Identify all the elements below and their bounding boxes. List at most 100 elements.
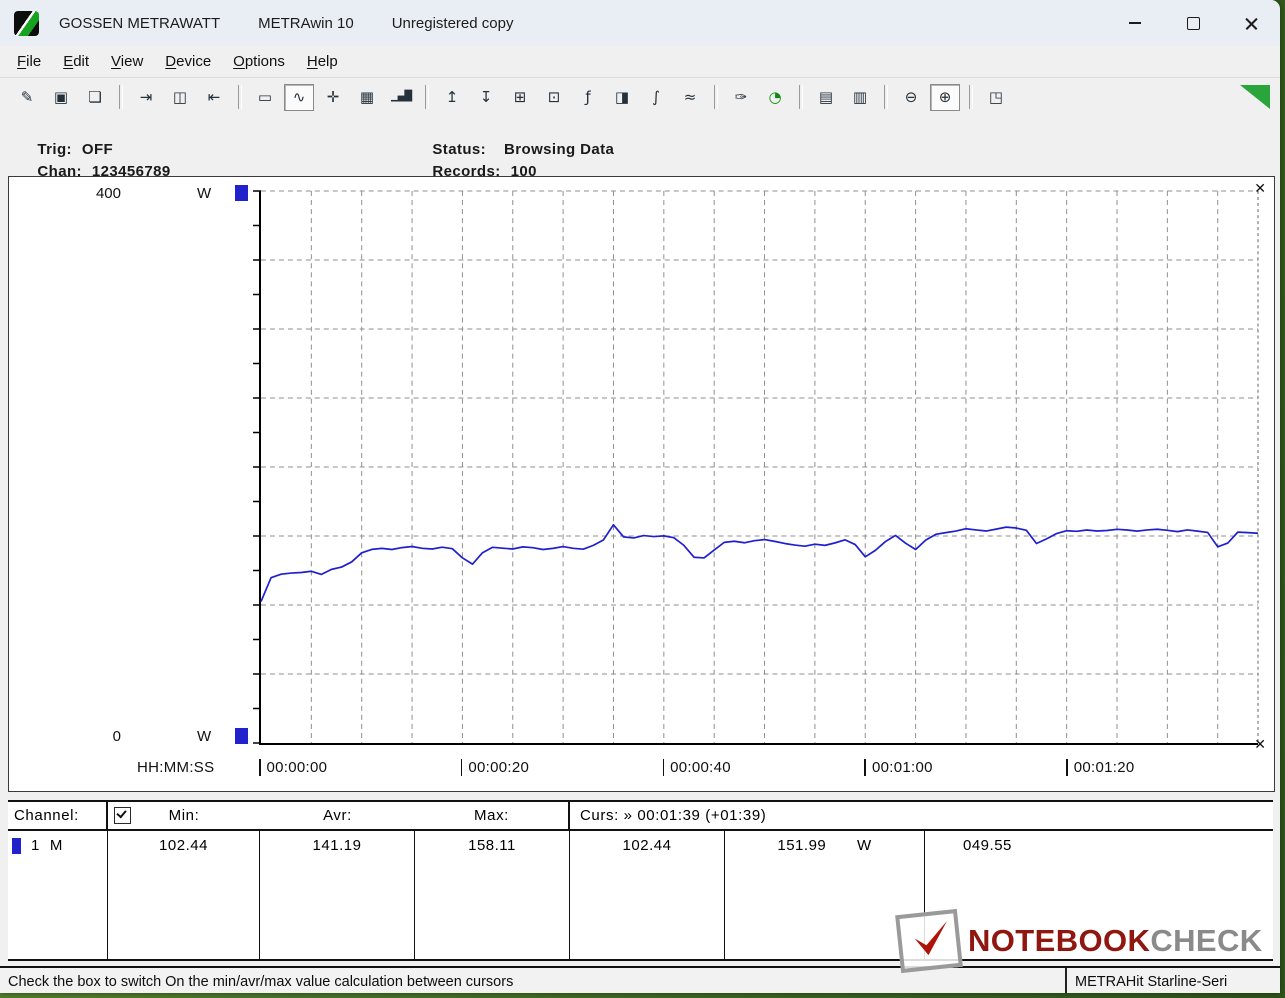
- y-axis-max-label: 400: [81, 185, 121, 202]
- minimize-button[interactable]: [1106, 0, 1164, 46]
- keyboard-entry-icon[interactable]: ▭: [250, 84, 280, 111]
- toolbar-grip-triangle: [1240, 85, 1270, 109]
- export-graph-icon[interactable]: ↥: [437, 84, 467, 111]
- app-logo-icon: [14, 11, 39, 36]
- cursor2-value-cell: 151.99 W: [725, 831, 925, 959]
- toolbar-separator: [799, 85, 803, 109]
- x-tick-bar: [864, 759, 866, 776]
- cursor-marker-top-icon[interactable]: ✕: [1254, 182, 1266, 196]
- x-axis-tick: 00:00:40: [663, 759, 731, 776]
- import-graph-icon[interactable]: ↧: [471, 84, 501, 111]
- monitor-icon[interactable]: ⊡: [539, 84, 569, 111]
- print-icon[interactable]: ▥: [845, 84, 875, 111]
- toolbar-separator: [969, 85, 973, 109]
- close-icon: [1244, 16, 1259, 31]
- menu-item-options[interactable]: Options: [222, 49, 296, 74]
- statusbar-hint: Check the box to switch On the min/avr/m…: [0, 974, 1065, 990]
- open-file-icon[interactable]: ❏: [80, 84, 110, 111]
- toolbar: ✎▣❏ ⇥◫⇤ ▭∿✛▦▁▄█ ↥↧⊞⊡ƒ◨∫≈ ✑◔ ▤▥ ⊖⊕ ◳: [0, 77, 1280, 117]
- x-tick-label: 00:01:00: [872, 759, 933, 776]
- header-min: Min:: [169, 807, 200, 824]
- notebookcheck-logo-icon: [895, 909, 963, 973]
- channel-color-marker-bottom: [235, 728, 248, 744]
- x-tick-bar: [259, 759, 261, 776]
- x-tick-label: 00:00:00: [267, 759, 328, 776]
- header-channel: Channel:: [8, 802, 108, 829]
- minimize-icon: [1129, 22, 1141, 24]
- y-axis-unit-label: W: [197, 185, 211, 202]
- wave-envelope-icon[interactable]: ≈: [675, 84, 705, 111]
- title-license: Unregistered copy: [392, 15, 514, 32]
- menubar: FileEditViewDeviceOptionsHelp: [0, 46, 1280, 77]
- avr-value: 141.19: [260, 831, 415, 959]
- xy-chart-view-icon[interactable]: ✛: [318, 84, 348, 111]
- title-product: METRAwin 10: [258, 15, 354, 32]
- save-data-icon[interactable]: ▣: [46, 84, 76, 111]
- header-cursor-info: Curs: » 00:01:39 (+01:39): [570, 807, 1273, 824]
- toolbar-separator: [238, 85, 242, 109]
- card-snapshot-icon[interactable]: ◫: [165, 84, 195, 111]
- menu-item-view[interactable]: View: [100, 49, 154, 74]
- close-button[interactable]: [1222, 0, 1280, 46]
- channel-color-marker-top: [235, 185, 248, 201]
- numeric-display-icon[interactable]: ◨: [607, 84, 637, 111]
- max-value: 158.11: [415, 831, 570, 959]
- timer-icon[interactable]: ◔: [760, 84, 790, 111]
- card-export-icon[interactable]: ⇥: [131, 84, 161, 111]
- menu-item-device[interactable]: Device: [154, 49, 222, 74]
- titlebar[interactable]: GOSSEN METRAWATT METRAwin 10 Unregistere…: [0, 0, 1280, 46]
- function-icon[interactable]: ƒ: [573, 84, 603, 111]
- notebookcheck-watermark: NOTEBOOKCHECK: [898, 910, 1268, 972]
- menu-item-edit[interactable]: Edit: [52, 49, 100, 74]
- x-axis-tick: 00:00:20: [461, 759, 529, 776]
- x-axis-tick: 00:00:00: [259, 759, 327, 776]
- channel-color-tag: [12, 838, 21, 854]
- menu-item-file[interactable]: File: [6, 49, 52, 74]
- y-axis-min-label: 0: [81, 728, 121, 745]
- header-max: Max:: [415, 802, 570, 829]
- app-window: GOSSEN METRAWATT METRAwin 10 Unregistere…: [0, 0, 1280, 993]
- power-trace-chart: [261, 191, 1258, 743]
- min-value: 102.44: [108, 831, 260, 959]
- window-title: GOSSEN METRAWATT METRAwin 10 Unregistere…: [59, 15, 513, 32]
- cursor-marker-bottom-icon[interactable]: ✕: [1254, 738, 1266, 752]
- window-controls: [1106, 0, 1280, 46]
- title-app-name: GOSSEN METRAWATT: [59, 15, 220, 32]
- x-axis-format-label: HH:MM:SS: [137, 759, 214, 776]
- yt-chart-view-icon[interactable]: ∿: [284, 84, 314, 111]
- plot-area[interactable]: ✕ ✕: [259, 191, 1258, 745]
- minmax-calc-checkbox[interactable]: [114, 807, 131, 824]
- zoom-in-icon[interactable]: ⊕: [930, 84, 960, 111]
- statistics-view-icon[interactable]: ▁▄█: [386, 84, 416, 111]
- acquisition-panel: Trig:OFF Chan:123456789 Status:Browsing …: [0, 116, 1280, 176]
- print-preview-icon[interactable]: ▤: [811, 84, 841, 111]
- watermark-check: CHECK: [1150, 923, 1262, 958]
- wave-clip-icon[interactable]: ∫: [641, 84, 671, 111]
- menu-item-help[interactable]: Help: [296, 49, 349, 74]
- x-tick-bar: [461, 759, 463, 776]
- save-setup-icon[interactable]: ✎: [12, 84, 42, 111]
- table-view-icon[interactable]: ▦: [352, 84, 382, 111]
- cursor-table-header: Channel: Min: Avr: Max: Curs: » 00:01:39…: [8, 802, 1273, 831]
- watermark-text: NOTEBOOKCHECK: [968, 923, 1263, 959]
- check-icon: [907, 919, 951, 963]
- annotation-icon[interactable]: ✑: [726, 84, 756, 111]
- header-avr: Avr:: [260, 802, 415, 829]
- channel-number: 1: [31, 837, 40, 854]
- grid-settings-icon[interactable]: ⊞: [505, 84, 535, 111]
- x-axis-tick: 00:01:00: [864, 759, 932, 776]
- y-axis-unit-label-bottom: W: [197, 728, 211, 745]
- cursor2-value: 151.99: [777, 837, 826, 854]
- zoom-out-icon[interactable]: ⊖: [896, 84, 926, 111]
- channel-mode: M: [50, 837, 63, 854]
- toolbar-separator: [119, 85, 123, 109]
- x-axis-tick: 00:01:20: [1066, 759, 1134, 776]
- card-import-icon[interactable]: ⇤: [199, 84, 229, 111]
- x-axis-ticks: 00:00:00 00:00:20 00:00:40 00:01:00 00:01:20: [259, 759, 1258, 781]
- tooltip-icon[interactable]: ◳: [981, 84, 1011, 111]
- maximize-button[interactable]: [1164, 0, 1222, 46]
- channel-cell: 1 M: [8, 831, 108, 959]
- watermark-notebook: NOTEBOOK: [968, 923, 1150, 958]
- x-tick-bar: [663, 759, 665, 776]
- cursor2-unit: W: [857, 837, 872, 854]
